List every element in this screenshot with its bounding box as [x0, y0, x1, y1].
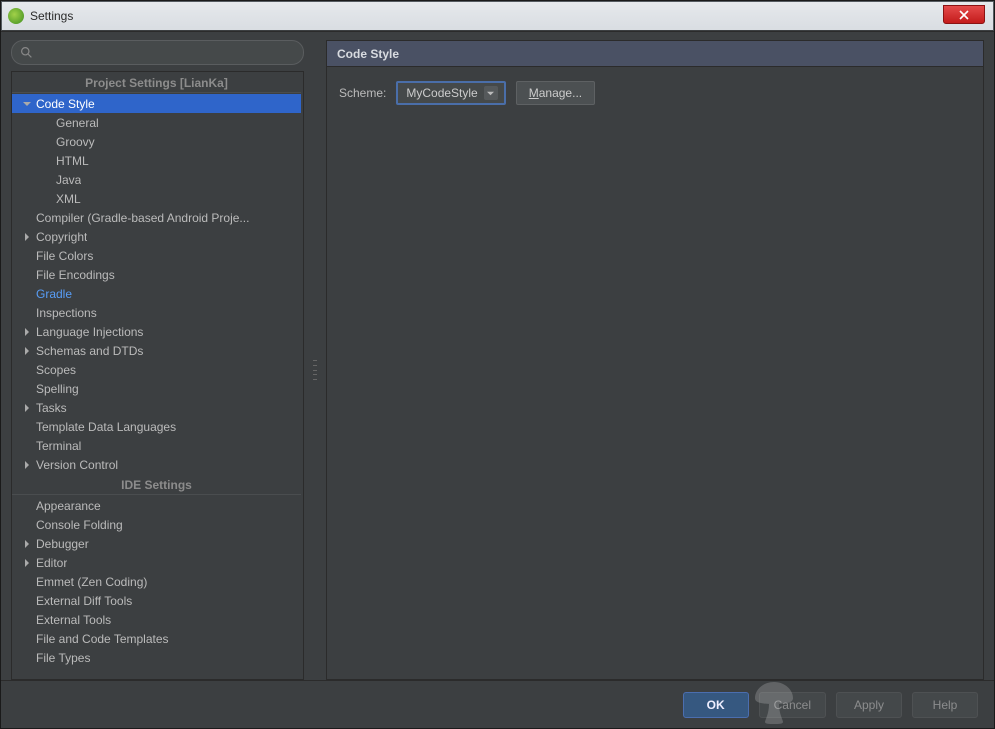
tree-item[interactable]: Code Style — [12, 94, 301, 113]
tree-item[interactable]: XML — [12, 189, 301, 208]
manage-button[interactable]: Manage... — [516, 81, 595, 105]
splitter[interactable] — [312, 40, 318, 680]
tree-item-label: Spelling — [36, 382, 79, 396]
tree-item-label: File and Code Templates — [36, 632, 169, 646]
tree-item[interactable]: Groovy — [12, 132, 301, 151]
tree-item[interactable]: External Diff Tools — [12, 591, 301, 610]
tree-item[interactable]: Spelling — [12, 379, 301, 398]
tree-item-label: Code Style — [36, 97, 95, 111]
ok-button[interactable]: OK — [683, 692, 749, 718]
cancel-button[interactable]: Cancel — [759, 692, 826, 718]
tree-item-label: Scopes — [36, 363, 76, 377]
tree-item[interactable]: Inspections — [12, 303, 301, 322]
tree-item[interactable]: Copyright — [12, 227, 301, 246]
tree-item[interactable]: Gradle — [12, 284, 301, 303]
tree-item-label: Schemas and DTDs — [36, 344, 143, 358]
tree-item-label: Appearance — [36, 499, 101, 513]
scheme-combo[interactable]: MyCodeStyle — [396, 81, 505, 105]
tree-item-label: Gradle — [36, 287, 72, 301]
tree-item[interactable]: Terminal — [12, 436, 301, 455]
search-field-wrap[interactable] — [11, 40, 304, 65]
window-title: Settings — [30, 9, 73, 23]
tree-item-label: Language Injections — [36, 325, 143, 339]
section-header-ide: IDE Settings — [12, 474, 301, 495]
tree-item-label: Java — [56, 173, 81, 187]
chevron-right-icon — [22, 346, 32, 356]
tree-item-label: XML — [56, 192, 81, 206]
tree-item-label: File Encodings — [36, 268, 115, 282]
tree-item[interactable]: Editor — [12, 553, 301, 572]
tree-item[interactable]: Tasks — [12, 398, 301, 417]
tree-item[interactable]: Version Control — [12, 455, 301, 474]
tree-item-label: Inspections — [36, 306, 97, 320]
scheme-value: MyCodeStyle — [406, 86, 477, 100]
tree-item[interactable]: Language Injections — [12, 322, 301, 341]
tree-item-label: Console Folding — [36, 518, 123, 532]
tree-item-label: File Types — [36, 651, 90, 665]
tree-item[interactable]: HTML — [12, 151, 301, 170]
tree-item-label: HTML — [56, 154, 89, 168]
chevron-right-icon — [22, 403, 32, 413]
tree-item[interactable]: File and Code Templates — [12, 629, 301, 648]
settings-tree: Project Settings [LianKa] Code Style Gene… — [11, 71, 304, 680]
tree-item[interactable]: File Encodings — [12, 265, 301, 284]
tree-item-label: General — [56, 116, 99, 130]
section-header-project: Project Settings [LianKa] — [12, 72, 301, 93]
tree-item-label: Compiler (Gradle-based Android Proje... — [36, 211, 249, 225]
tree-item-label: Tasks — [36, 401, 67, 415]
close-button[interactable] — [943, 5, 985, 24]
tree-item[interactable]: Scopes — [12, 360, 301, 379]
tree-item[interactable]: Appearance — [12, 496, 301, 515]
tree-item[interactable]: Compiler (Gradle-based Android Proje... — [12, 208, 301, 227]
chevron-right-icon — [22, 558, 32, 568]
scheme-label: Scheme: — [339, 86, 386, 100]
tree-item[interactable]: File Colors — [12, 246, 301, 265]
help-button[interactable]: Help — [912, 692, 978, 718]
titlebar: Settings — [1, 1, 994, 31]
tree-item-label: Editor — [36, 556, 67, 570]
chevron-right-icon — [22, 539, 32, 549]
tree-item[interactable]: General — [12, 113, 301, 132]
settings-tree-scroll[interactable]: Project Settings [LianKa] Code Style Gene… — [12, 72, 303, 679]
tree-item-label: Version Control — [36, 458, 118, 472]
chevron-right-icon — [22, 232, 32, 242]
panel-title: Code Style — [327, 41, 983, 67]
tree-item[interactable]: Console Folding — [12, 515, 301, 534]
tree-item-label: External Diff Tools — [36, 594, 132, 608]
search-icon — [20, 46, 33, 59]
tree-item[interactable]: Debugger — [12, 534, 301, 553]
tree-item-label: Groovy — [56, 135, 95, 149]
tree-item-label: Debugger — [36, 537, 89, 551]
tree-item-label: External Tools — [36, 613, 111, 627]
chevron-right-icon — [22, 327, 32, 337]
bottom-bar: OK Cancel Apply Help — [1, 680, 994, 728]
tree-item[interactable]: Java — [12, 170, 301, 189]
chevron-right-icon — [22, 460, 32, 470]
tree-item[interactable]: File Types — [12, 648, 301, 667]
tree-item[interactable]: Schemas and DTDs — [12, 341, 301, 360]
tree-item[interactable]: Template Data Languages — [12, 417, 301, 436]
chevron-down-icon — [22, 99, 32, 109]
search-input[interactable] — [39, 46, 295, 60]
tree-item-label: Terminal — [36, 439, 81, 453]
close-icon — [959, 10, 969, 20]
tree-item-label: Copyright — [36, 230, 87, 244]
apply-button[interactable]: Apply — [836, 692, 902, 718]
app-icon — [8, 8, 24, 24]
tree-item-label: File Colors — [36, 249, 93, 263]
chevron-down-icon — [484, 86, 498, 100]
tree-item-label: Template Data Languages — [36, 420, 176, 434]
tree-item[interactable]: Emmet (Zen Coding) — [12, 572, 301, 591]
tree-item[interactable]: External Tools — [12, 610, 301, 629]
tree-item-label: Emmet (Zen Coding) — [36, 575, 147, 589]
